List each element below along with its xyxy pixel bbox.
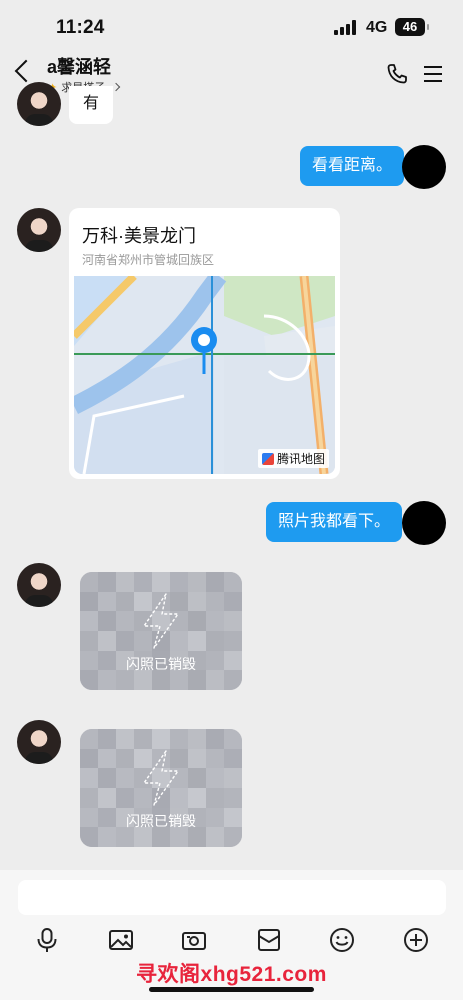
camera-icon[interactable] (181, 927, 207, 953)
map-provider-label: 腾讯地图 (276, 452, 325, 466)
phone-icon[interactable] (385, 62, 409, 86)
network-type: 4G (366, 19, 388, 36)
map-logo-icon (261, 452, 274, 465)
my-avatar[interactable] (402, 145, 446, 189)
flash-photo-card[interactable]: 闪照已销毁 (80, 729, 242, 847)
message-input[interactable] (18, 880, 446, 915)
location-map[interactable]: 腾讯地图 (74, 276, 335, 474)
status-bar: 11:24 4G 46 (0, 0, 463, 50)
plus-icon[interactable] (403, 927, 429, 953)
location-card[interactable]: 万科·美景龙门 河南省郑州市管城回族区 腾讯地图 (69, 208, 340, 479)
emoji-icon[interactable] (329, 927, 355, 953)
chat-title[interactable]: a馨涵轻 (47, 53, 111, 79)
flash-destroyed-label: 闪照已销毁 (126, 656, 196, 672)
location-title: 万科·美景龙门 (82, 226, 196, 246)
contact-avatar[interactable] (17, 563, 61, 607)
outgoing-message[interactable]: 照片我都看下。 (266, 502, 403, 542)
signal-icon (334, 20, 358, 35)
map-image (74, 276, 335, 474)
image-icon[interactable] (108, 927, 134, 953)
flash-photo-card[interactable]: 闪照已销毁 (80, 572, 242, 690)
contact-avatar[interactable] (17, 82, 61, 126)
contact-avatar[interactable] (17, 208, 61, 252)
my-avatar[interactable] (402, 501, 446, 545)
lightning-icon (143, 750, 179, 806)
chevron-right-icon (111, 82, 121, 92)
mic-icon[interactable] (34, 927, 60, 953)
back-icon[interactable] (14, 59, 38, 83)
red-packet-icon[interactable] (256, 927, 282, 953)
contact-avatar[interactable] (17, 720, 61, 764)
lightning-icon (143, 593, 179, 649)
watermark-text: 寻欢阁xhg521.com (136, 963, 327, 986)
outgoing-message[interactable]: 看看距离。 (300, 146, 405, 186)
location-address: 河南省郑州市管城回族区 (82, 253, 215, 267)
home-indicator[interactable] (149, 987, 314, 992)
menu-icon[interactable] (424, 66, 442, 82)
incoming-message[interactable]: 有 (69, 86, 114, 124)
battery-icon: 46 (395, 18, 429, 36)
flash-destroyed-label: 闪照已销毁 (126, 813, 196, 829)
map-provider-badge: 腾讯地图 (257, 449, 329, 468)
status-time: 11:24 (56, 17, 105, 38)
